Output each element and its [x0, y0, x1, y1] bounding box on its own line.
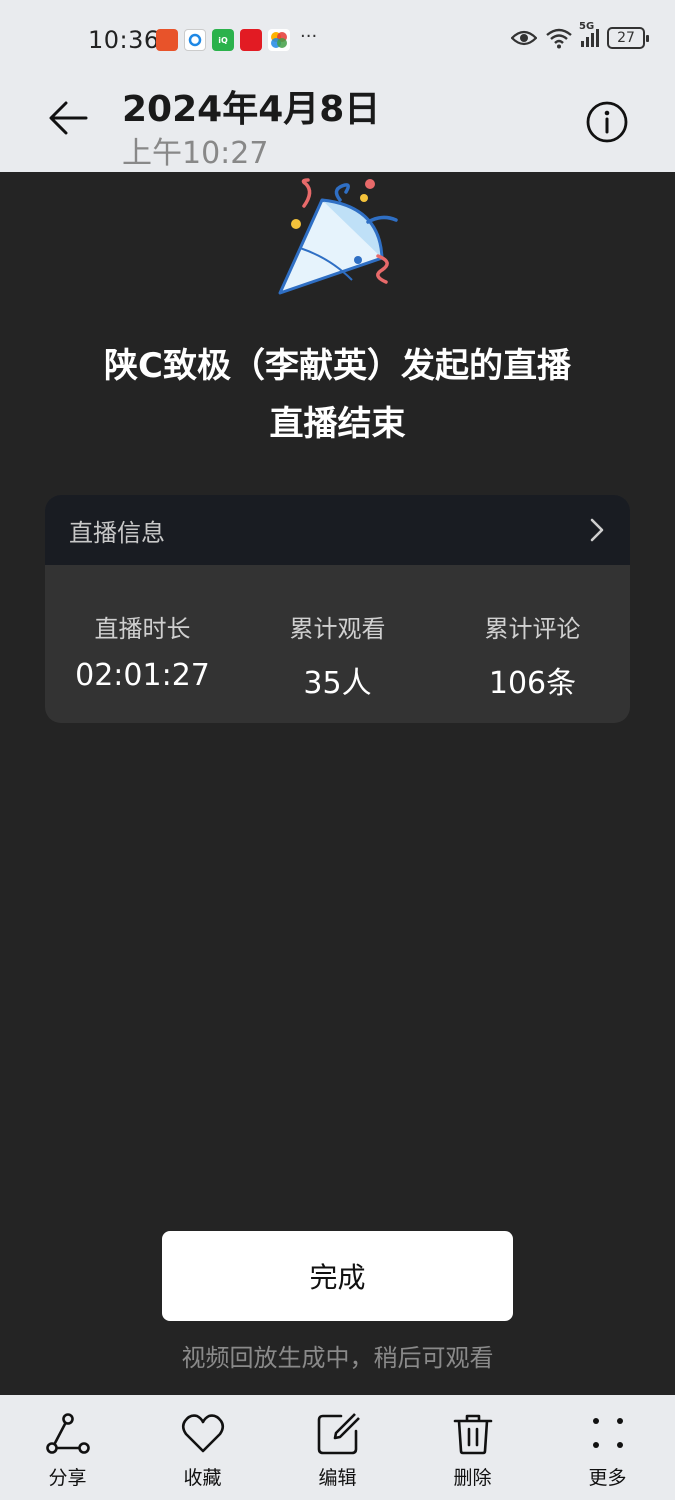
signal-icon: 5G	[579, 21, 599, 47]
back-button[interactable]	[40, 90, 96, 146]
stat-label: 累计评论	[484, 615, 581, 643]
live-stats: 直播时长 02:01:27 累计观看 35人 累计评论 106条	[45, 565, 630, 723]
system-icons: 5G 27	[511, 21, 649, 49]
chevron-right-icon	[590, 518, 604, 542]
status-bar: 10:36 iQ ··· 5G 27	[0, 0, 675, 70]
delete-button[interactable]: 删除	[405, 1395, 540, 1500]
delete-label: 删除	[453, 1467, 492, 1489]
top-bar: 2024年4月8日 上午10:27	[0, 70, 675, 172]
page-title: 2024年4月8日	[122, 89, 381, 130]
app-notification-icon	[184, 29, 206, 51]
live-status: 直播结束	[269, 404, 406, 444]
battery-level: 27	[617, 30, 635, 46]
stat-duration: 直播时长 02:01:27	[45, 565, 240, 723]
stat-comments: 累计评论 106条	[435, 565, 630, 723]
stat-viewers: 累计观看 35人	[240, 565, 435, 723]
eye-icon	[511, 30, 537, 46]
more-icon	[592, 1418, 623, 1448]
status-time: 10:36	[88, 26, 160, 54]
live-title: 陕C致极（李献英）发起的直播	[104, 346, 571, 386]
more-notifications-icon: ···	[300, 25, 318, 47]
trash-icon	[453, 1414, 492, 1455]
heart-icon	[181, 1414, 224, 1453]
stat-value: 02:01:27	[75, 658, 210, 693]
more-button[interactable]: 更多	[540, 1395, 675, 1500]
favorite-button[interactable]: 收藏	[135, 1395, 270, 1500]
edit-label: 编辑	[318, 1467, 357, 1489]
party-popper-icon	[278, 178, 398, 295]
share-button[interactable]: 分享	[0, 1395, 135, 1500]
app-notification-icon	[240, 29, 262, 51]
stat-label: 累计观看	[289, 615, 386, 643]
battery-icon: 27	[607, 27, 649, 49]
back-arrow-icon	[49, 101, 88, 135]
more-label: 更多	[588, 1467, 627, 1489]
app-notification-icon	[268, 29, 290, 51]
live-info-title: 直播信息	[69, 518, 165, 547]
stat-value: 35人	[303, 666, 372, 701]
info-icon	[586, 101, 628, 143]
done-button[interactable]: 完成	[162, 1231, 513, 1321]
edit-icon	[317, 1413, 360, 1455]
edit-button[interactable]: 编辑	[270, 1395, 405, 1500]
info-button[interactable]	[579, 94, 635, 150]
app-notification-icon	[156, 29, 178, 51]
share-icon	[45, 1413, 90, 1454]
stat-value: 106条	[488, 666, 577, 701]
stat-label: 直播时长	[94, 615, 191, 643]
page-subtitle: 上午10:27	[122, 136, 269, 171]
replay-hint: 视频回放生成中，稍后可观看	[181, 1344, 494, 1372]
live-info-header[interactable]: 直播信息	[45, 495, 630, 565]
bottom-toolbar: 分享 收藏 编辑 删除 更多	[0, 1395, 675, 1500]
share-label: 分享	[48, 1467, 87, 1489]
favorite-label: 收藏	[183, 1467, 222, 1489]
wifi-icon	[546, 28, 572, 49]
notification-icons: iQ ···	[156, 25, 318, 51]
iqiyi-icon: iQ	[212, 29, 234, 51]
live-info-card: 直播信息 直播时长 02:01:27 累计观看 35人 累计评论 106条	[45, 495, 630, 723]
